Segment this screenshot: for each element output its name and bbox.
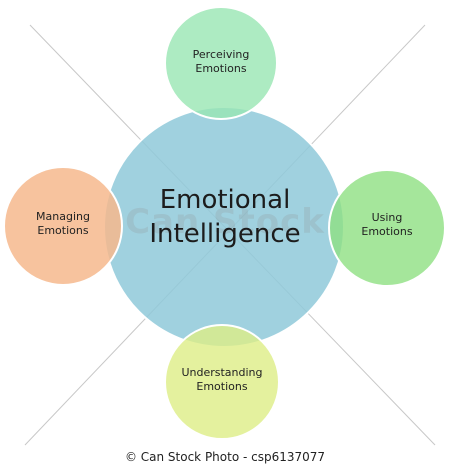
copyright-footer: © Can Stock Photo - csp6137077 [124,450,326,464]
using-label: Using Emotions [342,211,432,239]
center-title: Emotional Intelligence [120,183,330,252]
managing-label: Managing Emotions [18,210,108,238]
center-title-line2: Intelligence [149,219,301,250]
using-label-line2: Emotions [361,224,413,238]
understanding-label-line1: Understanding [181,366,263,379]
center-title-line1: Emotional [159,185,291,215]
understanding-label-line2: Emotions [196,379,248,393]
managing-label-line2: Emotions [37,223,89,237]
understanding-label: Understanding Emotions [167,366,277,394]
managing-label-line1: Managing [36,210,90,223]
using-label-line1: Using [371,211,403,224]
perceiving-label-line1: Perceiving [192,48,250,61]
perceiving-label-line2: Emotions [195,61,247,75]
perceiving-label: Perceiving Emotions [171,48,271,76]
